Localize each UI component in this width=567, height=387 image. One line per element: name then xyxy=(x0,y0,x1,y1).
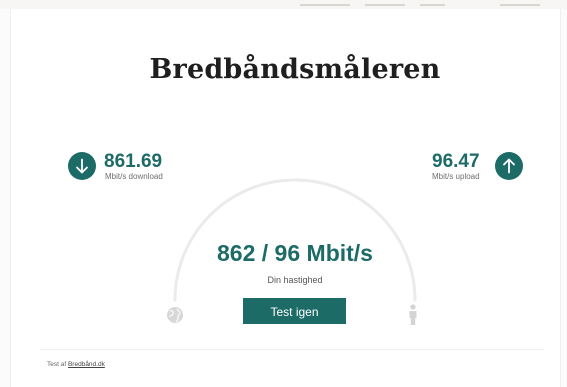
footer: Test af Bredbånd.dk xyxy=(47,361,105,368)
speedtest-page: Bredbåndsmåleren 861.69 Mbit/s download … xyxy=(0,0,567,387)
speed-result: 862 / 96 Mbit/s xyxy=(217,240,373,266)
person-icon xyxy=(409,304,417,325)
footer-link[interactable]: Bredbånd.dk xyxy=(68,361,105,368)
upload-value: 96.47 xyxy=(432,151,480,172)
speed-label: Din hastighed xyxy=(267,275,323,285)
arrow-down-icon xyxy=(68,152,96,180)
page-title: Bredbåndsmåleren xyxy=(149,54,441,85)
footer-divider xyxy=(40,349,545,350)
globe-icon xyxy=(167,307,183,323)
top-strip xyxy=(0,0,567,9)
footer-prefix: Test af xyxy=(47,361,67,368)
upload-label: Mbit/s upload xyxy=(432,172,480,181)
retest-button[interactable]: Test igen xyxy=(243,298,346,324)
download-value: 861.69 xyxy=(104,151,163,172)
download-label: Mbit/s download xyxy=(105,172,163,181)
arrow-up-icon xyxy=(495,152,523,180)
